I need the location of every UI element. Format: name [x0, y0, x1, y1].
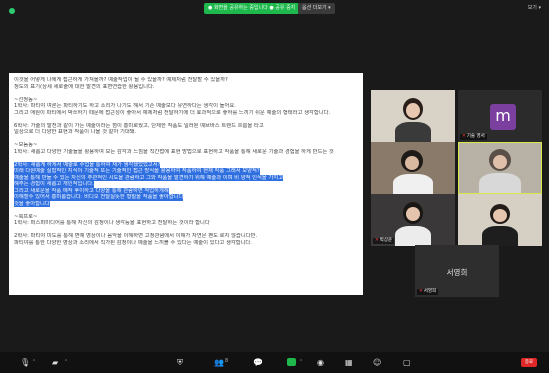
security-icon[interactable]: ⛨: [177, 358, 183, 367]
participants-icon[interactable]: 👥: [214, 358, 224, 367]
text-line-content: ~모둠동~: [14, 142, 38, 148]
text-line-content: 그리고 애원이 파티에서 박쓰하기 때문에 접근성이 좋아서 예제처럼 전달하기…: [14, 109, 331, 116]
video-tile-3[interactable]: [371, 142, 455, 194]
apps-icon[interactable]: ▢: [403, 358, 411, 367]
text-line-content: 이것을 어떻게 나에게 접근하게 가져올까? 예술작업이 될 수 있을까? 예제…: [14, 77, 228, 83]
text-line-content: 일상으로 더 다양한 표현과 작품이 나올 것 같아 기대돼.: [14, 129, 137, 135]
muted-mic-icon: ✕: [419, 289, 423, 294]
muted-mic-icon: ✕: [375, 238, 379, 243]
text-line-content: 파티야를 통한 다양한 영상과 소리에서 직가된 감정이나 예술을 느끼볼 수 …: [14, 239, 252, 246]
chevron-up-icon[interactable]: ⌃: [32, 359, 36, 365]
video-tile-7[interactable]: 서영희 ✕서영희: [415, 245, 499, 297]
chevron-up-icon[interactable]: ⌃: [64, 359, 68, 365]
video-tile-5[interactable]: ✕박상윤: [371, 194, 455, 246]
text-line-content: 것을 좋아합니다: [14, 200, 50, 207]
text-line-content: 1학사: 퍼스퍼미디어를 통해 자신의 감정이나 생각등을 표현하고 전달하는 …: [14, 220, 210, 226]
participant-name: ✕박상윤: [373, 238, 395, 244]
view-button[interactable]: 보기 ▾: [528, 4, 541, 11]
video-camera-icon[interactable]: ▰: [52, 358, 58, 367]
text-line: 파티야를 통한 다양한 영상과 소리에서 직가된 감정이나 예술을 느끼볼 수 …: [14, 240, 358, 247]
screen-share-banner[interactable]: ● 화면을 공유하는 중입니다 ● 공유 중지: [204, 3, 300, 14]
participant-name: ✕기술 영서: [460, 134, 487, 140]
muted-mic-icon: ✕: [462, 134, 466, 139]
video-tile-2[interactable]: m ✕기술 영서: [458, 90, 542, 142]
text-line-content: ~북프로~: [14, 213, 38, 220]
reactions-icon[interactable]: ☺: [373, 358, 381, 367]
video-tile-4[interactable]: [458, 142, 542, 194]
participants-count: 8: [225, 358, 229, 364]
shared-document: 이것을 어떻게 나에게 접근하게 가져올까? 예술작업이 될 수 있을까? 예제…: [9, 73, 363, 295]
video-tile-6[interactable]: [458, 194, 542, 246]
chevron-up-icon[interactable]: ⌃: [299, 359, 303, 365]
chat-icon[interactable]: 💬: [253, 358, 263, 367]
text-line-content: 1학사: 파티야 여론는 파티하기도 하고 소리가 나기도 해서 기존 예술보다…: [14, 103, 236, 109]
end-meeting-button[interactable]: 종료: [521, 358, 537, 367]
text-line-content: ~선정동~: [14, 96, 38, 103]
text-line: 1학사: 새롭고 다양한 기술들을 활용하여 모든 감각과 느낌을 직간접에 표…: [14, 149, 358, 156]
text-line-content: 6학사: 가술의 발전과 같이 가는 예술이라는 점이 흥미로웠고, 단체한 작…: [14, 122, 264, 129]
text-line-content: 1학사: 새롭고 다양한 기술들을 활용하여 모든 감각과 느낌을 직간접에 표…: [14, 148, 334, 155]
security-shield-icon[interactable]: [9, 8, 15, 14]
breakout-icon[interactable]: ▦: [345, 358, 353, 367]
meeting-toolbar: 🎙 ⌃ ▰ ⌃ ⛨ 👥 8 💬 ⌃ ◉ ▦ ☺ ▢ 종료: [0, 352, 549, 373]
text-line-content: 정도의 표기(상세 세로줄에 대한 발견의 표면연습한 활용입니다.: [14, 83, 155, 90]
microphone-icon[interactable]: 🎙: [20, 358, 30, 367]
text-line: 그리고 애원이 파티에서 박쓰하기 때문에 접근성이 좋아서 예제처럼 전달하기…: [14, 110, 358, 117]
participant-avatar: m: [490, 104, 516, 130]
more-options-button[interactable]: 옵션 더보기 ▾: [298, 3, 335, 14]
video-tile-1[interactable]: [371, 90, 455, 142]
participant-name-large: 서영희: [446, 268, 468, 277]
participant-name: ✕서영희: [417, 289, 439, 295]
share-screen-icon[interactable]: [287, 358, 296, 366]
top-bar: ● 화면을 공유하는 중입니다 ● 공유 중지 옵션 더보기 ▾ 보기 ▾: [0, 0, 549, 22]
text-line-content: 2학사: 파티야 미도를 통해 면예 영상이나 음악을 이해하면 고정관념에서 …: [14, 233, 258, 239]
record-icon[interactable]: ◉: [317, 358, 324, 367]
